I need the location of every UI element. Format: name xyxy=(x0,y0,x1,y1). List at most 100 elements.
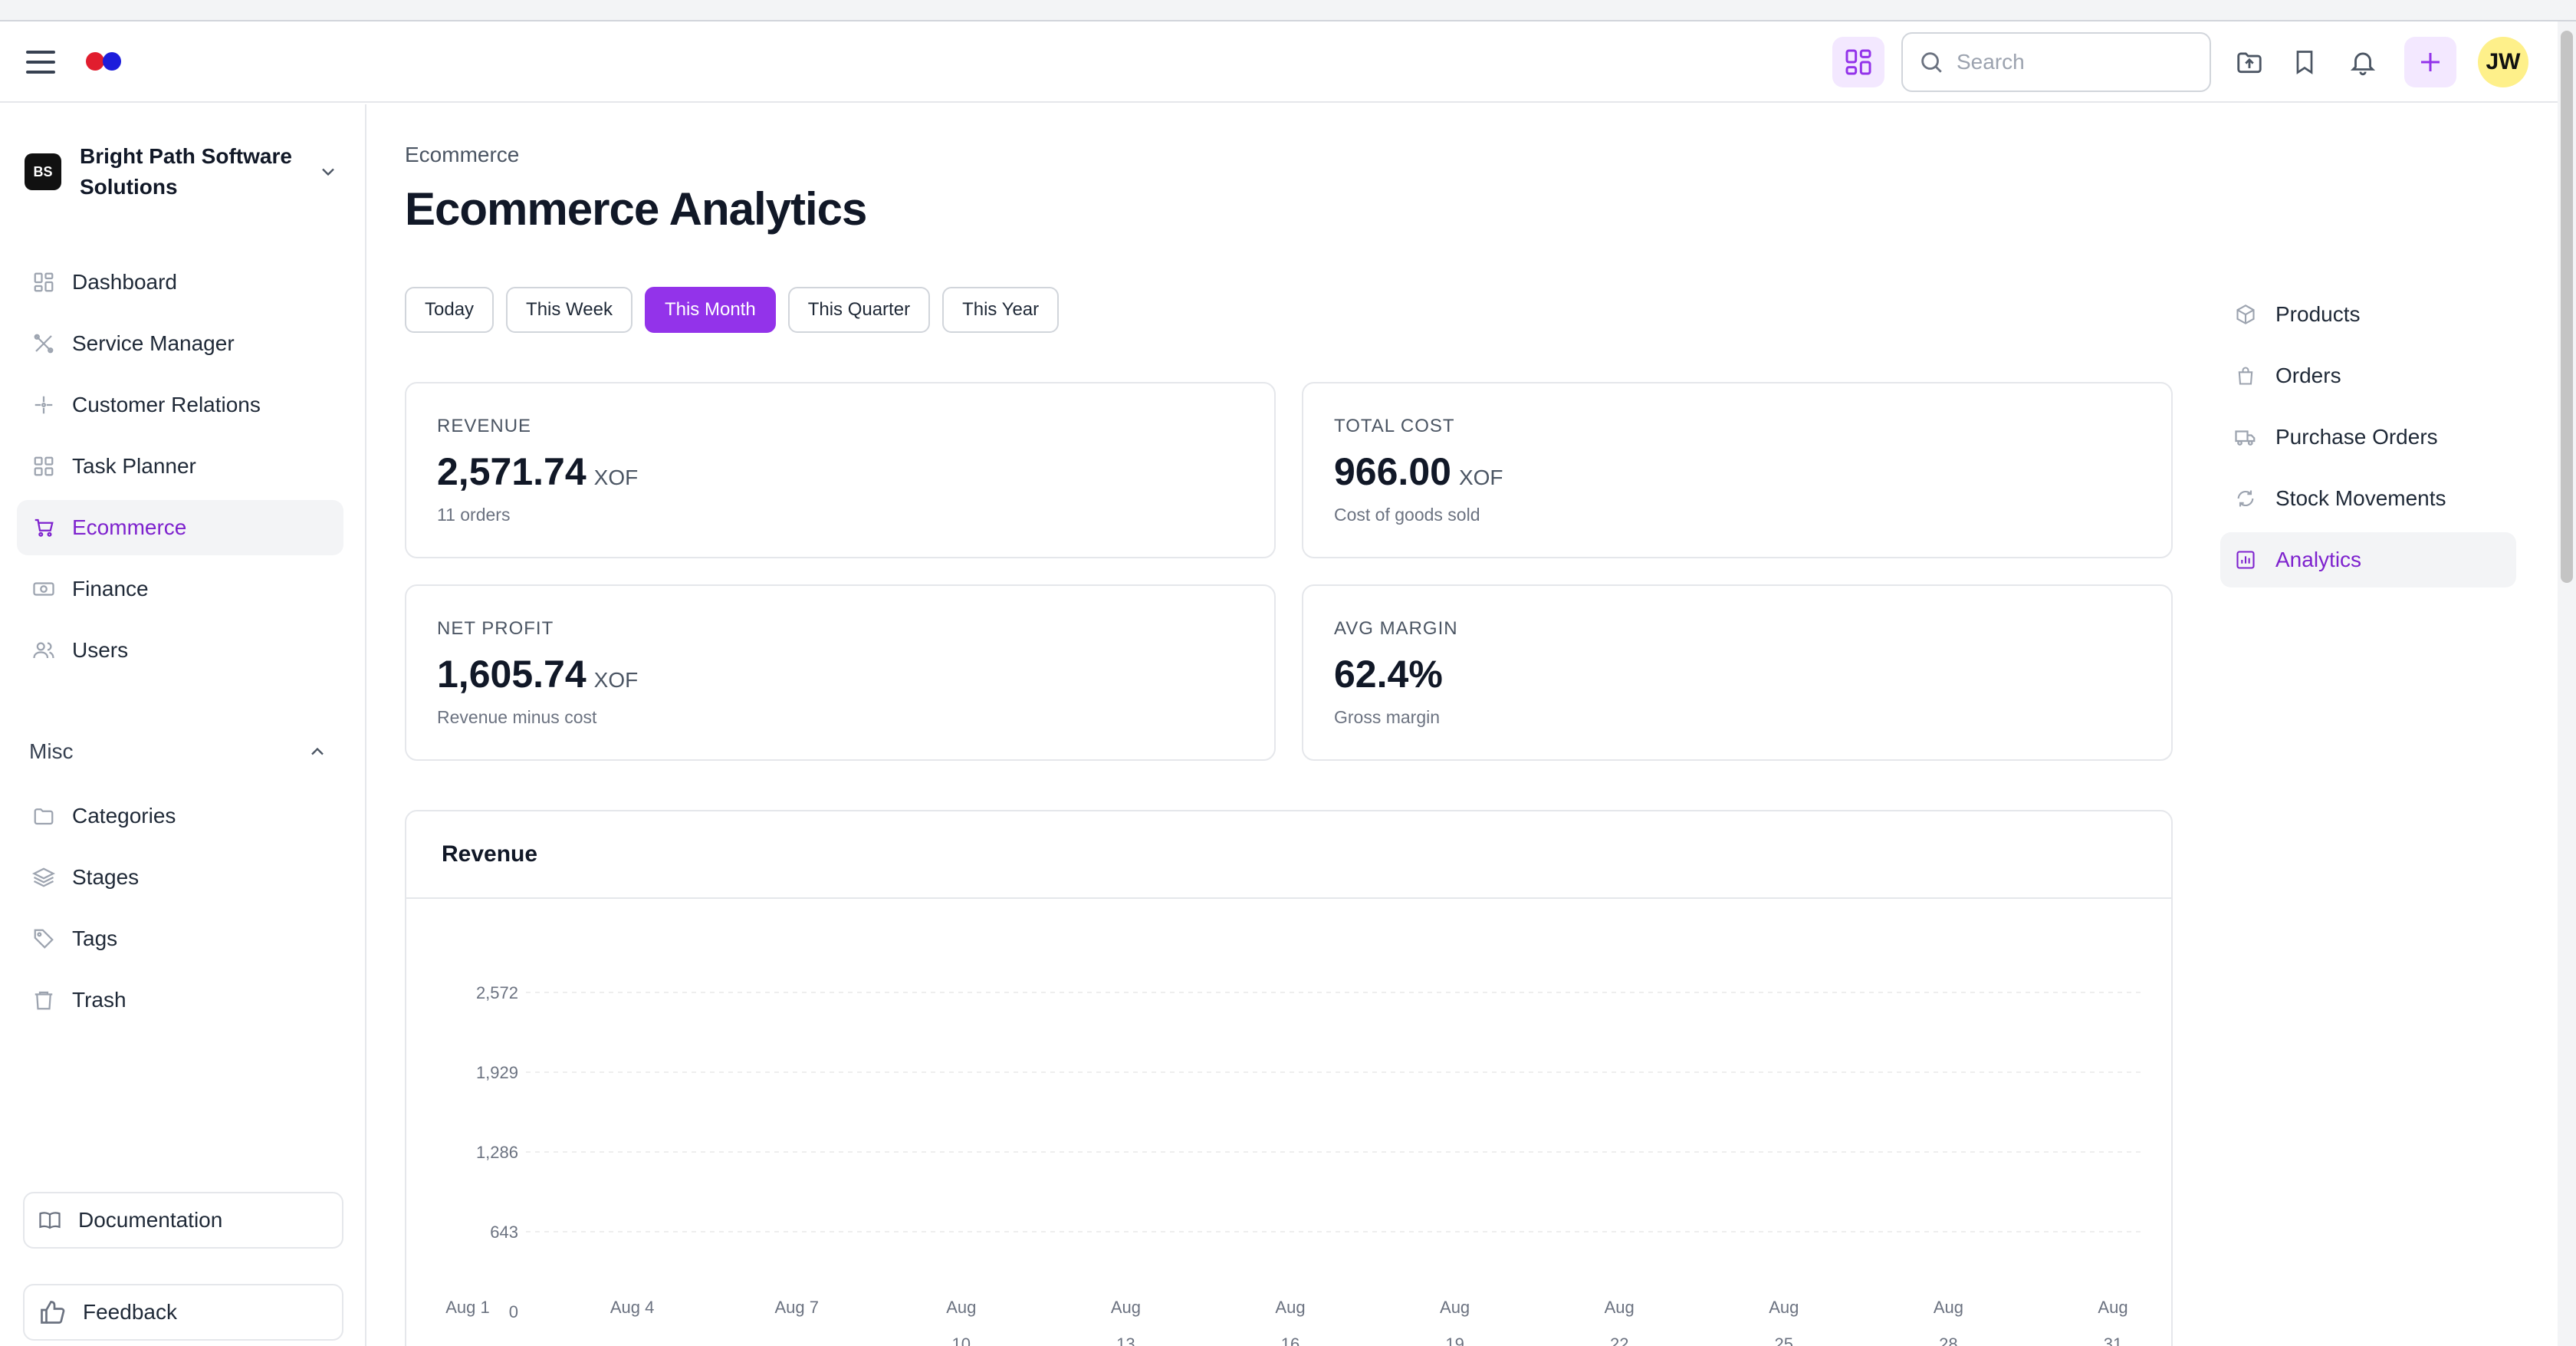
chart-x-tick-label: 28 xyxy=(1939,1334,1957,1346)
create-button[interactable] xyxy=(2404,37,2456,87)
chart-y-tick-label: 1,929 xyxy=(476,1063,518,1082)
stat-unit: XOF xyxy=(593,466,639,489)
bag-icon xyxy=(2234,364,2257,387)
revenue-chart-card: Revenue 0 643 1,286 1,929 2,572 Aug 1 Aug 4 Aug… xyxy=(405,810,2173,1346)
plus-icon xyxy=(2421,53,2440,71)
page-scrollbar[interactable] xyxy=(2558,21,2576,1346)
org-switcher[interactable]: BS Bright Path Software Solutions xyxy=(25,137,347,206)
sidebar-item-label: Ecommerce xyxy=(72,515,187,539)
period-this-week-button[interactable]: This Week xyxy=(506,287,632,333)
subnav-label: Analytics xyxy=(2275,548,2362,571)
misc-section-toggle[interactable]: Misc xyxy=(29,733,328,770)
stat-label: TOTAL COST xyxy=(1334,416,1455,436)
sidebar-item-service-manager[interactable]: Service Manager xyxy=(17,316,343,371)
misc-nav: Categories Stages Tags Trash xyxy=(17,788,343,1034)
stat-value-row: 62.4% xyxy=(1334,652,1451,696)
dashboard-icon xyxy=(31,269,57,295)
subnav-products[interactable]: Products xyxy=(2220,287,2516,342)
stat-value-row: 1,605.74 XOF xyxy=(437,652,638,696)
feedback-button[interactable]: Feedback xyxy=(23,1284,343,1341)
sidebar-item-ecommerce[interactable]: Ecommerce xyxy=(17,500,343,555)
grid-icon xyxy=(31,453,57,479)
sidebar-item-tags[interactable]: Tags xyxy=(17,911,343,966)
subnav-analytics[interactable]: Analytics xyxy=(2220,532,2516,587)
period-today-button[interactable]: Today xyxy=(405,287,495,333)
app-logo[interactable] xyxy=(86,52,123,71)
sidebar-item-label: Categories xyxy=(72,804,176,828)
cart-icon xyxy=(31,515,57,541)
avg-margin-stat-card: AVG MARGIN 62.4% Gross margin xyxy=(1302,584,2173,761)
tools-icon xyxy=(31,331,57,357)
apps-grid-button[interactable] xyxy=(1832,37,1884,87)
top-header: JW xyxy=(0,21,2558,103)
sidebar-item-label: Customer Relations xyxy=(72,393,261,416)
chart-y-tick-label: 0 xyxy=(509,1302,518,1321)
notifications-button[interactable] xyxy=(2337,37,2389,87)
chart-x-tick-label: Aug xyxy=(1275,1298,1305,1317)
sidebar-item-categories[interactable]: Categories xyxy=(17,788,343,844)
sidebar-item-task-planner[interactable]: Task Planner xyxy=(17,439,343,494)
chart-x-tick-label: Aug xyxy=(1440,1298,1470,1317)
sidebar-item-label: Stages xyxy=(72,865,140,889)
subnav-stock-movements[interactable]: Stock Movements xyxy=(2220,471,2516,526)
refresh-icon xyxy=(2234,487,2257,510)
menu-icon[interactable] xyxy=(26,51,55,74)
box-icon xyxy=(2234,303,2257,326)
chart-x-tick-label: Aug xyxy=(1769,1298,1799,1317)
user-avatar[interactable]: JW xyxy=(2478,37,2528,87)
bookmark-icon xyxy=(2296,51,2313,75)
chart-x-tick-label: Aug xyxy=(1605,1298,1635,1317)
sidebar-item-label: Finance xyxy=(72,577,149,601)
subnav-label: Stock Movements xyxy=(2275,486,2446,510)
stat-label: REVENUE xyxy=(437,416,532,436)
sidebar-item-label: Tags xyxy=(72,926,118,950)
browser-top-strip xyxy=(0,0,2576,21)
chart-x-tick-label: Aug xyxy=(1111,1298,1141,1317)
search-box[interactable] xyxy=(1901,32,2211,92)
sidebar-item-label: Service Manager xyxy=(72,331,235,355)
upload-button[interactable] xyxy=(2223,37,2275,87)
sidebar-item-trash[interactable]: Trash xyxy=(17,972,343,1028)
sidebar-item-dashboard[interactable]: Dashboard xyxy=(17,255,343,310)
documentation-button[interactable]: Documentation xyxy=(23,1192,343,1249)
sparkle-icon xyxy=(31,392,57,418)
chart-icon xyxy=(2234,548,2257,571)
chart-x-tick-label: Aug xyxy=(946,1298,976,1317)
stat-value: 2,571.74 xyxy=(437,450,586,493)
scrollbar-thumb[interactable] xyxy=(2561,31,2573,583)
bookmark-button[interactable] xyxy=(2279,37,2331,87)
chart-x-tick-label: 16 xyxy=(1281,1334,1300,1346)
trash-icon xyxy=(31,987,57,1013)
ecommerce-subnav: Products Orders Purchase Orders Stock Mo… xyxy=(2220,287,2516,594)
revenue-chart: 0 643 1,286 1,929 2,572 Aug 1 Aug 4 Aug 7 Aug 10 A… xyxy=(445,983,2144,1346)
bell-icon xyxy=(2350,52,2376,76)
subnav-label: Products xyxy=(2275,302,2361,326)
period-this-quarter-button[interactable]: This Quarter xyxy=(787,287,931,333)
revenue-stat-card: REVENUE 2,571.74 XOF 11 orders xyxy=(405,382,1276,558)
period-this-month-button[interactable]: This Month xyxy=(644,287,776,333)
thumbs-up-icon xyxy=(41,1301,65,1324)
chart-x-tick-label: Aug 1 xyxy=(445,1298,490,1317)
page-title: Ecommerce Analytics xyxy=(405,183,867,235)
period-this-year-button[interactable]: This Year xyxy=(942,287,1060,333)
sidebar-item-customer-relations[interactable]: Customer Relations xyxy=(17,377,343,433)
search-input[interactable] xyxy=(1957,50,2187,74)
feedback-label: Feedback xyxy=(83,1300,177,1324)
subnav-purchase-orders[interactable]: Purchase Orders xyxy=(2220,410,2516,465)
subnav-orders[interactable]: Orders xyxy=(2220,348,2516,403)
stat-unit: XOF xyxy=(593,668,639,692)
folder-icon xyxy=(31,803,57,829)
sidebar-item-finance[interactable]: Finance xyxy=(17,561,343,617)
org-badge: BS xyxy=(25,153,61,190)
chart-y-tick-label: 2,572 xyxy=(476,983,518,1002)
stat-label: AVG MARGIN xyxy=(1334,618,1458,639)
sidebar-item-users[interactable]: Users xyxy=(17,623,343,678)
money-icon xyxy=(31,576,57,602)
sidebar-item-stages[interactable]: Stages xyxy=(17,850,343,905)
chart-x-tick-label: Aug 7 xyxy=(774,1298,818,1317)
stat-subtext: Cost of goods sold xyxy=(1334,505,1480,525)
truck-icon xyxy=(2234,426,2257,449)
main-nav: Dashboard Service Manager Customer Relat… xyxy=(17,255,343,684)
folder-upload-icon xyxy=(2237,52,2262,74)
breadcrumb[interactable]: Ecommerce xyxy=(405,143,519,167)
